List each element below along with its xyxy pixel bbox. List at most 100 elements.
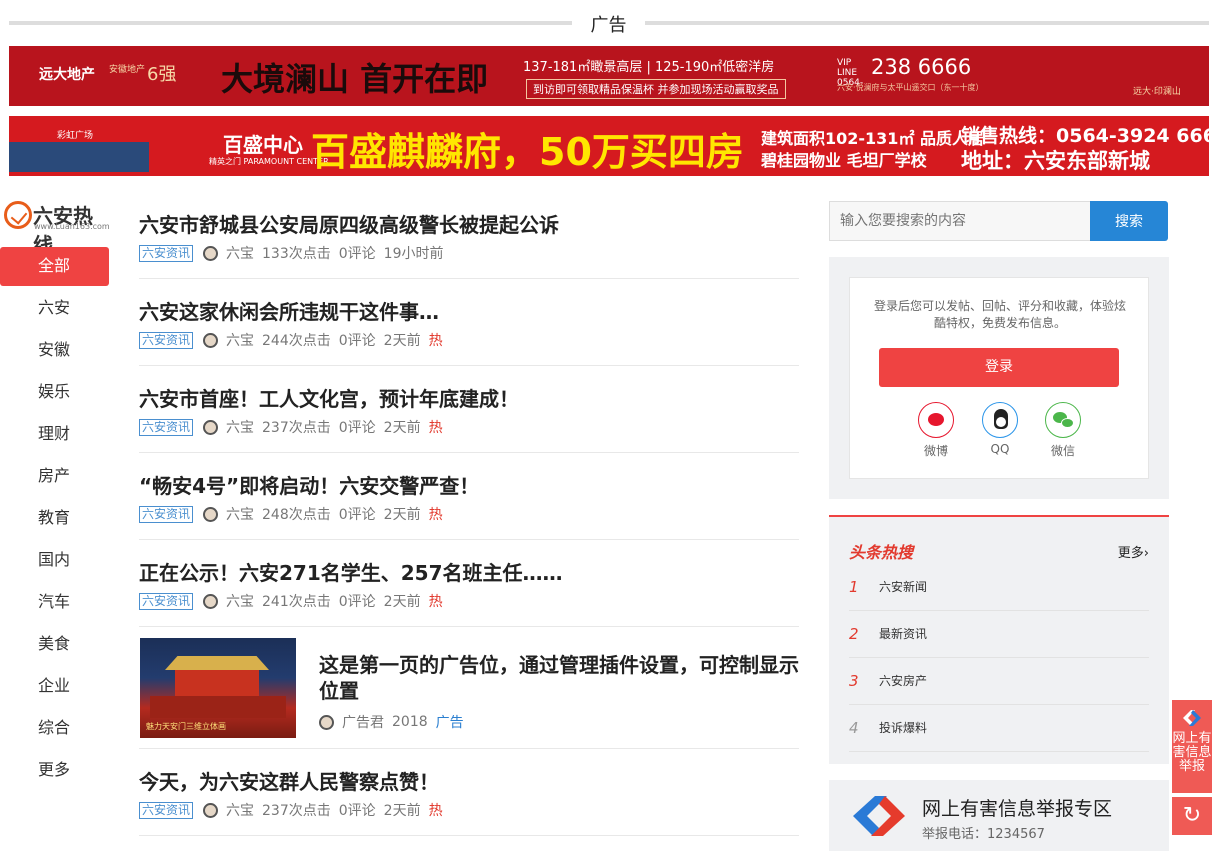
- hot-search-label: 最新资讯: [879, 627, 928, 641]
- category-tag[interactable]: 六安资讯: [139, 331, 194, 349]
- ad-article-item: 魅力天安门三维立体画 这是第一页的广告位，通过管理插件设置，可控制显示位置 广告…: [139, 627, 799, 749]
- banner-brand: 远大地产: [39, 67, 95, 83]
- banner-brand2: 远大·印澜山: [1133, 87, 1181, 97]
- hot-search-item[interactable]: 4 投诉爆料: [849, 705, 1149, 752]
- hot-badge: 热: [428, 594, 443, 610]
- banner-spec1: 建筑面积102-131㎡ 品质人居: [761, 129, 985, 148]
- category-tag[interactable]: 六安资讯: [139, 418, 194, 436]
- thumbnail-roof: [165, 656, 269, 670]
- ad-banner-baisheng[interactable]: 彩虹广场 百盛中心 精英之门 PARAMOUNT CENTER 百盛麒麟府，50…: [9, 116, 1209, 176]
- ad-label: 广告: [590, 15, 627, 36]
- ad-header: 广告: [9, 8, 1209, 38]
- timestamp: 2天前: [383, 803, 421, 819]
- nav-item-auto[interactable]: 汽车: [0, 583, 109, 625]
- category-tag[interactable]: 六安资讯: [139, 505, 194, 523]
- nav-item-entertainment[interactable]: 娱乐: [0, 373, 109, 415]
- hot-search-label: 六安新闻: [879, 580, 928, 594]
- avatar: [203, 419, 219, 435]
- nav-item-realestate[interactable]: 房产: [0, 457, 109, 499]
- login-button[interactable]: 登录: [879, 348, 1119, 387]
- hot-search-list: 1 六安新闻 2 最新资讯 3 六安房产 4 投诉爆料: [849, 564, 1149, 752]
- article-title[interactable]: 今天，为六安这群人民警察点赞！: [139, 766, 439, 795]
- login-panel: 登录后您可以发帖、回帖、评分和收藏，体验炫酷特权，免费发布信息。 登录 微博 Q…: [829, 257, 1169, 499]
- author[interactable]: 六宝: [226, 417, 254, 437]
- article-title[interactable]: 这是第一页的广告位，通过管理插件设置，可控制显示位置: [319, 652, 799, 704]
- social-qq[interactable]: QQ: [980, 402, 1020, 456]
- avatar: [203, 245, 219, 261]
- hot-search-label: 投诉爆料: [879, 721, 928, 735]
- banner-mall-image: [9, 142, 149, 172]
- article-title[interactable]: 六安市舒城县公安局原四级高级警长被提起公诉: [139, 209, 559, 238]
- report-icon: [1183, 710, 1201, 726]
- comment-count: 0评论: [338, 333, 376, 349]
- article-title[interactable]: 六安这家休闲会所违规干这件事…: [139, 296, 439, 325]
- article-title[interactable]: 六安市首座！工人文化宫，预计年底建成！: [139, 383, 519, 412]
- banner-spec2: 碧桂园物业 毛坦厂学校: [761, 151, 927, 170]
- social-weibo[interactable]: 微博: [916, 402, 956, 459]
- float-report-button[interactable]: 网上有害信息举报: [1172, 700, 1212, 793]
- author[interactable]: 六宝: [226, 504, 254, 524]
- hot-search-item[interactable]: 2 最新资讯: [849, 611, 1149, 658]
- author[interactable]: 广告君: [342, 712, 384, 732]
- nav-item-more[interactable]: 更多: [0, 751, 109, 793]
- author[interactable]: 六宝: [226, 243, 254, 263]
- category-nav: 全部 六安 安徽 娱乐 理财 房产 教育 国内 汽车 美食 企业 综合 更多: [0, 247, 109, 793]
- banner-headline: 百盛麒麟府，50万买四房: [311, 130, 744, 174]
- search-input[interactable]: [829, 201, 1091, 241]
- thumbnail-hall: [175, 670, 259, 696]
- logo-icon: [4, 201, 32, 229]
- nav-item-business[interactable]: 企业: [0, 667, 109, 709]
- article-title[interactable]: 正在公示！六安271名学生、257名班主任……: [139, 557, 563, 586]
- timestamp: 2018: [392, 714, 428, 730]
- banner-phone: 238 6666: [871, 55, 972, 79]
- refresh-button[interactable]: ↻: [1172, 797, 1212, 835]
- hot-search-item[interactable]: 1 六安新闻: [849, 564, 1149, 611]
- avatar: [203, 332, 219, 348]
- comment-count: 0评论: [338, 420, 376, 436]
- article-meta: 广告君 2018 广告: [319, 712, 464, 732]
- category-tag[interactable]: 六安资讯: [139, 592, 194, 610]
- more-link[interactable]: 更多›: [1118, 542, 1149, 561]
- timestamp: 19小时前: [383, 246, 444, 262]
- nav-item-luan[interactable]: 六安: [0, 289, 109, 331]
- author[interactable]: 六宝: [226, 800, 254, 820]
- report-phone: 举报电话：1234567: [922, 827, 1045, 842]
- site-logo[interactable]: 六安热线 www.Luan163.com: [4, 200, 112, 257]
- report-logo-icon: [853, 796, 905, 836]
- search-button[interactable]: 搜索: [1090, 201, 1168, 241]
- article-item: “畅安4号”即将启动！六安交警严查！ 六安资讯 六宝 248次点击 0评论 2天…: [139, 453, 799, 540]
- social-wechat[interactable]: 微信: [1043, 402, 1083, 459]
- category-tag[interactable]: 六安资讯: [139, 244, 194, 262]
- nav-item-all[interactable]: 全部: [0, 247, 109, 286]
- article-item: 六安市首座！工人文化宫，预计年底建成！ 六安资讯 六宝 237次点击 0评论 2…: [139, 366, 799, 453]
- hot-search-item[interactable]: 3 六安房产: [849, 658, 1149, 705]
- social-label: QQ: [990, 442, 1010, 456]
- comment-count: 0评论: [338, 246, 376, 262]
- ad-thumbnail[interactable]: 魅力天安门三维立体画: [140, 638, 296, 738]
- ad-badge[interactable]: 广告: [436, 712, 464, 732]
- click-count: 244次点击: [262, 333, 331, 349]
- article-meta: 六安资讯 六宝 244次点击 0评论 2天前 热: [139, 330, 443, 350]
- category-tag[interactable]: 六安资讯: [139, 801, 194, 819]
- report-panel[interactable]: 网上有害信息举报专区 举报电话：1234567: [829, 780, 1169, 851]
- author[interactable]: 六宝: [226, 591, 254, 611]
- click-count: 237次点击: [262, 420, 331, 436]
- nav-item-education[interactable]: 教育: [0, 499, 109, 541]
- timestamp: 2天前: [383, 333, 421, 349]
- article-title[interactable]: “畅安4号”即将启动！六安交警严查！: [139, 470, 479, 499]
- author[interactable]: 六宝: [226, 330, 254, 350]
- ad-banner-yuanda[interactable]: 远大地产 安徽地产 6强 大境澜山 首开在即 137-181㎡瞰景高层 | 12…: [9, 46, 1209, 106]
- banner-rank: 6强: [147, 64, 177, 85]
- avatar: [319, 714, 334, 730]
- rank-number: 3: [849, 672, 859, 690]
- login-description: 登录后您可以发帖、回帖、评分和收藏，体验炫酷特权，免费发布信息。: [873, 299, 1126, 330]
- social-label: 微信: [1050, 444, 1075, 458]
- thumbnail-caption: 魅力天安门三维立体画: [146, 722, 226, 731]
- nav-item-domestic[interactable]: 国内: [0, 541, 109, 583]
- nav-item-food[interactable]: 美食: [0, 625, 109, 667]
- banner-tag: 彩虹广场: [57, 131, 94, 141]
- nav-item-anhui[interactable]: 安徽: [0, 331, 109, 373]
- hot-badge: 热: [428, 333, 443, 349]
- nav-item-general[interactable]: 综合: [0, 709, 109, 751]
- nav-item-finance[interactable]: 理财: [0, 415, 109, 457]
